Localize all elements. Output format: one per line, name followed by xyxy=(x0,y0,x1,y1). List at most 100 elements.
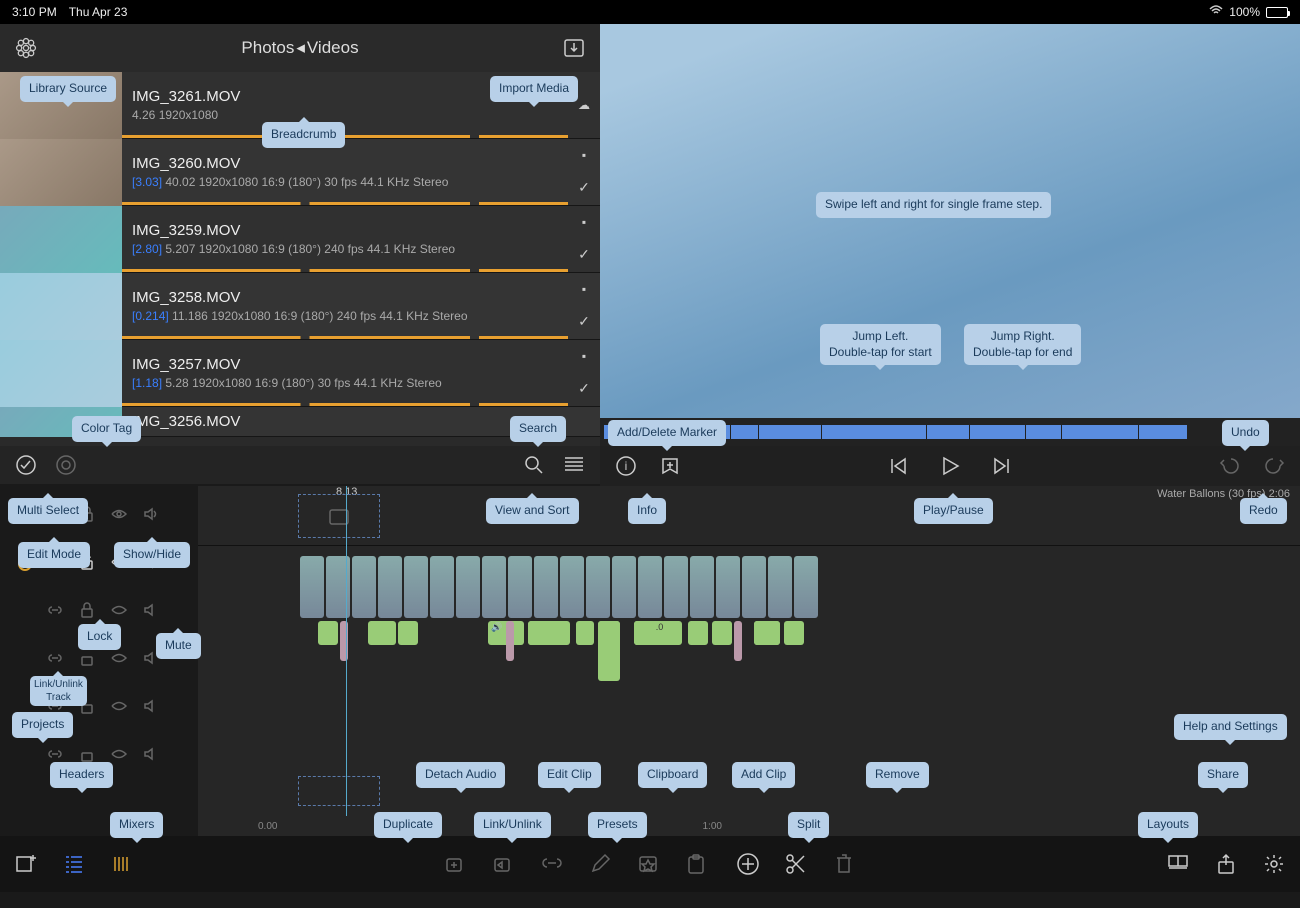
callout-edit-clip: Edit Clip xyxy=(538,762,601,788)
library-source-icon[interactable] xyxy=(14,36,38,60)
callout-add-marker: Add/Delete Marker xyxy=(608,420,726,446)
ruler-tick: 1:00 xyxy=(703,821,722,832)
add-marker-icon[interactable] xyxy=(658,454,682,478)
breadcrumb-parent[interactable]: Photos xyxy=(241,38,294,58)
eye-icon[interactable] xyxy=(110,505,128,528)
breadcrumb[interactable]: Photos ◂ Videos xyxy=(241,38,358,58)
clip-info: [1.18] 5.28 1920x1080 16:9 (180°) 30 fps… xyxy=(132,376,558,390)
clip-thumbnail[interactable] xyxy=(0,273,122,340)
imported-icon: ▪ xyxy=(582,148,586,162)
eye-icon[interactable] xyxy=(110,601,128,624)
mute-icon[interactable] xyxy=(142,745,160,768)
detach-audio-icon[interactable] xyxy=(492,852,516,876)
mixers-icon[interactable] xyxy=(110,852,134,876)
redo-icon[interactable] xyxy=(1262,454,1286,478)
clip-info: [2.80] 5.207 1920x1080 16:9 (180°) 240 f… xyxy=(132,242,558,256)
wifi-icon xyxy=(1209,5,1223,20)
callout-headers: Headers xyxy=(50,762,113,788)
link-unlink-icon[interactable] xyxy=(540,852,564,876)
clipboard-icon[interactable] xyxy=(684,852,708,876)
mute-icon[interactable] xyxy=(142,697,160,720)
multi-select-icon[interactable] xyxy=(14,453,38,477)
callout-mixers: Mixers xyxy=(110,812,163,838)
callout-view-sort: View and Sort xyxy=(486,498,579,524)
clip-row[interactable]: IMG_3260.MOV [3.03] 40.02 1920x1080 16:9… xyxy=(0,139,600,206)
callout-mute: Mute xyxy=(156,633,201,659)
eye-icon[interactable] xyxy=(110,649,128,672)
callout-layouts: Layouts xyxy=(1138,812,1198,838)
callout-duplicate: Duplicate xyxy=(374,812,442,838)
breadcrumb-current: Videos xyxy=(307,38,359,58)
search-icon[interactable] xyxy=(522,453,546,477)
imported-icon: ▪ xyxy=(582,215,586,229)
duplicate-icon[interactable] xyxy=(444,852,468,876)
share-icon[interactable] xyxy=(1214,852,1238,876)
preview-pane[interactable] xyxy=(600,24,1300,446)
callout-multi-select: Multi Select xyxy=(8,498,88,524)
callout-swipe-hint: Swipe left and right for single frame st… xyxy=(816,192,1051,218)
lock-icon[interactable] xyxy=(78,649,96,672)
callout-add-clip: Add Clip xyxy=(732,762,795,788)
settings-icon[interactable] xyxy=(1262,852,1286,876)
clip-info: [3.03] 40.02 1920x1080 16:9 (180°) 30 fp… xyxy=(132,175,558,189)
clip-name: IMG_3259.MOV xyxy=(132,222,558,239)
callout-remove: Remove xyxy=(866,762,929,788)
ruler[interactable]: 0.00 30.00 1:00 xyxy=(198,816,1300,836)
drop-zone-audio[interactable] xyxy=(298,776,380,806)
video-track[interactable] xyxy=(198,556,1300,618)
link-icon[interactable] xyxy=(46,601,64,624)
clip-row[interactable]: IMG_3259.MOV [2.80] 5.207 1920x1080 16:9… xyxy=(0,206,600,273)
projects-icon[interactable] xyxy=(14,852,38,876)
check-icon: ✓ xyxy=(578,179,590,196)
svg-text:i: i xyxy=(625,459,628,473)
callout-undo: Undo xyxy=(1222,420,1269,446)
callout-projects: Projects xyxy=(12,712,73,738)
mute-icon[interactable] xyxy=(142,601,160,624)
eye-icon[interactable] xyxy=(110,745,128,768)
callout-edit-mode: Edit Mode xyxy=(18,542,90,568)
drop-zone[interactable] xyxy=(298,494,380,538)
jump-right-icon[interactable] xyxy=(990,454,1014,478)
imported-icon: ▪ xyxy=(582,349,586,363)
headers-icon[interactable] xyxy=(62,852,86,876)
callout-link-unlink: Link/Unlink xyxy=(474,812,551,838)
callout-import: Import Media xyxy=(490,76,578,102)
callout-library-source: Library Source xyxy=(20,76,116,102)
audio-tracks[interactable]: 🔊 🔊 6. 🔊 7.0 🔊 xyxy=(198,621,1300,741)
chevron-left-icon: ◂ xyxy=(296,38,305,58)
view-sort-icon[interactable] xyxy=(562,453,586,477)
callout-redo: Redo xyxy=(1240,498,1287,524)
color-tag-icon[interactable] xyxy=(54,453,78,477)
callout-share: Share xyxy=(1198,762,1248,788)
info-icon[interactable]: i xyxy=(614,454,638,478)
undo-icon[interactable] xyxy=(1218,454,1242,478)
clip-row[interactable]: IMG_3257.MOV [1.18] 5.28 1920x1080 16:9 … xyxy=(0,340,600,407)
add-clip-icon[interactable] xyxy=(736,852,760,876)
clip-name: IMG_3257.MOV xyxy=(132,356,558,373)
clip-thumbnail[interactable] xyxy=(0,139,122,206)
clip-row[interactable]: IMG_3258.MOV [0.214] 11.186 1920x1080 16… xyxy=(0,273,600,340)
battery-pct: 100% xyxy=(1229,5,1260,19)
imported-icon: ▪ xyxy=(582,282,586,296)
split-icon[interactable] xyxy=(784,852,808,876)
callout-play: Play/Pause xyxy=(914,498,993,524)
import-media-icon[interactable] xyxy=(562,36,586,60)
remove-icon[interactable] xyxy=(832,852,856,876)
bottom-toolbar xyxy=(0,836,1300,892)
jump-left-icon[interactable] xyxy=(886,454,910,478)
callout-help: Help and Settings xyxy=(1174,714,1287,740)
presets-icon[interactable] xyxy=(636,852,660,876)
play-pause-icon[interactable] xyxy=(938,454,962,478)
check-icon: ✓ xyxy=(578,380,590,397)
clip-name: IMG_3260.MOV xyxy=(132,155,558,172)
layouts-icon[interactable] xyxy=(1166,852,1190,876)
playhead[interactable] xyxy=(346,486,347,816)
clip-thumbnail[interactable] xyxy=(0,340,122,407)
clip-thumbnail[interactable] xyxy=(0,206,122,273)
eye-icon[interactable] xyxy=(110,697,128,720)
check-icon: ✓ xyxy=(578,313,590,330)
callout-breadcrumb: Breadcrumb xyxy=(262,122,345,148)
mute-icon[interactable] xyxy=(142,505,160,528)
callout-jump-left: Jump Left. Double-tap for start xyxy=(820,324,941,365)
edit-clip-icon[interactable] xyxy=(588,852,612,876)
